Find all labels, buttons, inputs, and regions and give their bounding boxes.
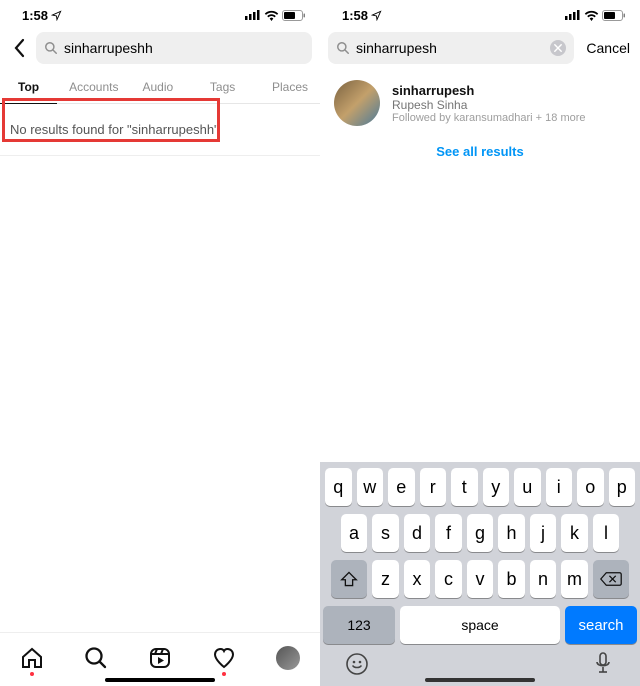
avatar bbox=[334, 80, 380, 126]
key-i[interactable]: i bbox=[546, 468, 573, 506]
search-tabs: Top Accounts Audio Tags Places bbox=[0, 70, 320, 104]
status-bar: 1:58 bbox=[320, 0, 640, 26]
search-row: Cancel bbox=[320, 26, 640, 70]
back-button[interactable] bbox=[8, 33, 30, 63]
nav-home[interactable] bbox=[18, 644, 46, 672]
badge-dot bbox=[30, 672, 34, 676]
key-n[interactable]: n bbox=[530, 560, 557, 598]
key-o[interactable]: o bbox=[577, 468, 604, 506]
search-icon bbox=[44, 41, 58, 55]
key-h[interactable]: h bbox=[498, 514, 525, 552]
search-row bbox=[0, 26, 320, 70]
tab-audio[interactable]: Audio bbox=[130, 70, 185, 103]
result-name: Rupesh Sinha bbox=[392, 98, 586, 112]
key-backspace[interactable] bbox=[593, 560, 629, 598]
nav-activity[interactable] bbox=[210, 644, 238, 672]
tab-top[interactable]: Top bbox=[0, 70, 57, 104]
status-time: 1:58 bbox=[22, 8, 48, 23]
key-p[interactable]: p bbox=[609, 468, 636, 506]
key-search[interactable]: search bbox=[565, 606, 637, 644]
avatar bbox=[276, 646, 300, 670]
location-icon bbox=[51, 10, 62, 21]
key-t[interactable]: t bbox=[451, 468, 478, 506]
battery-icon bbox=[602, 10, 626, 21]
key-w[interactable]: w bbox=[357, 468, 384, 506]
result-followed-by: Followed by karansumadhari + 18 more bbox=[392, 112, 586, 124]
location-icon bbox=[371, 10, 382, 21]
home-indicator[interactable] bbox=[105, 678, 215, 682]
cancel-button[interactable]: Cancel bbox=[580, 40, 632, 56]
key-s[interactable]: s bbox=[372, 514, 399, 552]
key-x[interactable]: x bbox=[404, 560, 431, 598]
key-123[interactable]: 123 bbox=[323, 606, 395, 644]
search-input[interactable] bbox=[356, 40, 544, 56]
key-d[interactable]: d bbox=[404, 514, 431, 552]
key-a[interactable]: a bbox=[341, 514, 368, 552]
search-icon bbox=[336, 41, 350, 55]
wifi-icon bbox=[584, 10, 599, 21]
key-shift[interactable] bbox=[331, 560, 367, 598]
key-m[interactable]: m bbox=[561, 560, 588, 598]
key-q[interactable]: q bbox=[325, 468, 352, 506]
key-y[interactable]: y bbox=[483, 468, 510, 506]
status-bar: 1:58 bbox=[0, 0, 320, 26]
key-c[interactable]: c bbox=[435, 560, 462, 598]
tab-places[interactable]: Places bbox=[260, 70, 320, 103]
key-v[interactable]: v bbox=[467, 560, 494, 598]
phone-right: 1:58 Cancel sinharrupesh Rupesh Sinha bbox=[320, 0, 640, 686]
tab-accounts[interactable]: Accounts bbox=[57, 70, 130, 103]
no-results-text: No results found for "sinharrupeshh" bbox=[0, 104, 320, 156]
nav-reels[interactable] bbox=[146, 644, 174, 672]
cellular-icon bbox=[565, 10, 581, 20]
battery-icon bbox=[282, 10, 306, 21]
search-input[interactable] bbox=[64, 40, 304, 56]
search-result-row[interactable]: sinharrupesh Rupesh Sinha Followed by ka… bbox=[320, 70, 640, 136]
tab-tags[interactable]: Tags bbox=[198, 70, 247, 103]
emoji-button[interactable] bbox=[345, 652, 369, 676]
key-z[interactable]: z bbox=[372, 560, 399, 598]
wifi-icon bbox=[264, 10, 279, 21]
see-all-results[interactable]: See all results bbox=[320, 136, 640, 171]
key-space[interactable]: space bbox=[400, 606, 560, 644]
key-j[interactable]: j bbox=[530, 514, 557, 552]
nav-profile[interactable] bbox=[274, 644, 302, 672]
result-username: sinharrupesh bbox=[392, 83, 586, 98]
key-l[interactable]: l bbox=[593, 514, 620, 552]
home-indicator[interactable] bbox=[425, 678, 535, 682]
cellular-icon bbox=[245, 10, 261, 20]
keyboard: q w e r t y u i o p a s d f g h j k l z bbox=[320, 462, 640, 686]
dictation-button[interactable] bbox=[591, 652, 615, 676]
key-e[interactable]: e bbox=[388, 468, 415, 506]
key-k[interactable]: k bbox=[561, 514, 588, 552]
key-g[interactable]: g bbox=[467, 514, 494, 552]
key-b[interactable]: b bbox=[498, 560, 525, 598]
status-time: 1:58 bbox=[342, 8, 368, 23]
key-u[interactable]: u bbox=[514, 468, 541, 506]
badge-dot bbox=[222, 672, 226, 676]
clear-button[interactable] bbox=[550, 40, 566, 56]
phone-left: 1:58 Top Accou bbox=[0, 0, 320, 686]
key-f[interactable]: f bbox=[435, 514, 462, 552]
search-field[interactable] bbox=[36, 32, 312, 64]
key-r[interactable]: r bbox=[420, 468, 447, 506]
nav-search[interactable] bbox=[82, 644, 110, 672]
search-field[interactable] bbox=[328, 32, 574, 64]
